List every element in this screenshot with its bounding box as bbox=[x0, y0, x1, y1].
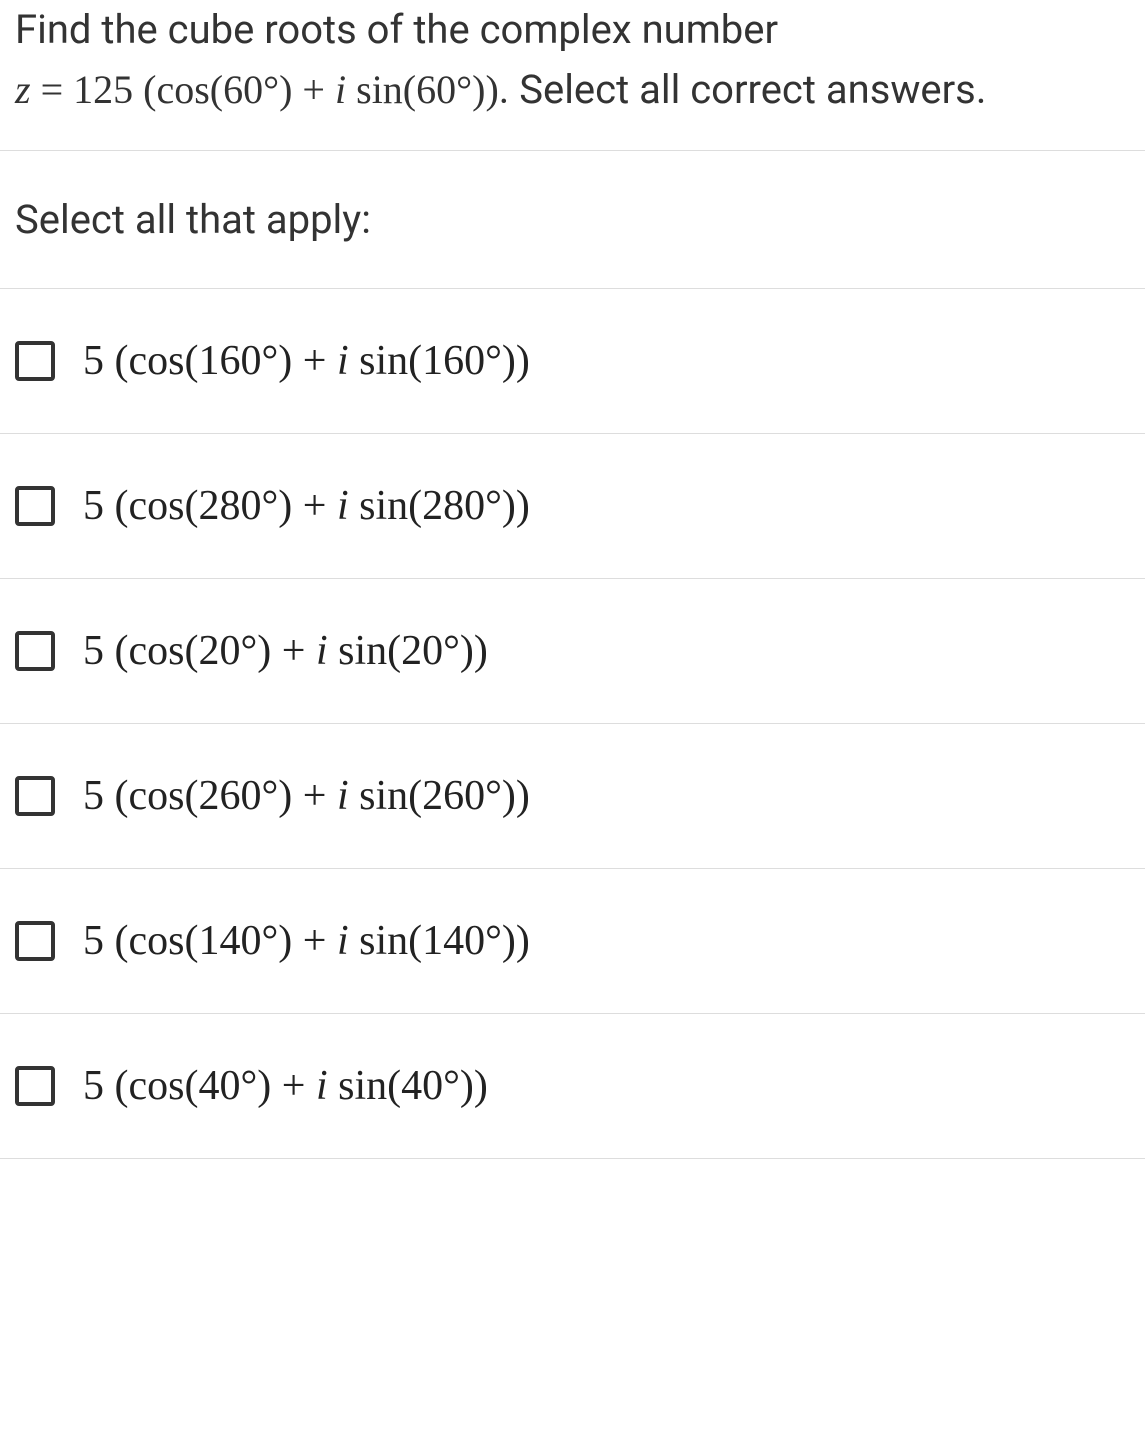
checkbox[interactable] bbox=[15, 1066, 55, 1106]
option-text: 5 (cos(160°) + i sin(160°)) bbox=[83, 337, 530, 385]
sin-open: sin( bbox=[346, 67, 416, 112]
option-text: 5 (cos(140°) + i sin(140°)) bbox=[83, 917, 530, 965]
question-tail: . Select all correct answers. bbox=[499, 66, 987, 113]
question-line1: Find the cube roots of the complex numbe… bbox=[15, 6, 778, 53]
option-text: 5 (cos(260°) + i sin(260°)) bbox=[83, 772, 530, 820]
option-text: 5 (cos(40°) + i sin(40°)) bbox=[83, 1062, 488, 1110]
option-row[interactable]: 5 (cos(20°) + i sin(20°)) bbox=[0, 579, 1145, 724]
close-paren: )) bbox=[472, 67, 499, 112]
open-paren: (cos( bbox=[133, 67, 223, 112]
angle-value2: 60° bbox=[416, 67, 472, 112]
instruction-text: Select all that apply: bbox=[0, 151, 1145, 289]
option-text: 5 (cos(280°) + i sin(280°)) bbox=[83, 482, 530, 530]
checkbox[interactable] bbox=[15, 776, 55, 816]
option-row[interactable]: 5 (cos(40°) + i sin(40°)) bbox=[0, 1014, 1145, 1159]
angle-value: 60° bbox=[223, 67, 279, 112]
i-variable: i bbox=[335, 67, 346, 112]
z-variable: z bbox=[15, 67, 31, 112]
checkbox[interactable] bbox=[15, 486, 55, 526]
checkbox[interactable] bbox=[15, 341, 55, 381]
checkbox[interactable] bbox=[15, 921, 55, 961]
equals: = bbox=[31, 67, 74, 112]
option-text: 5 (cos(20°) + i sin(20°)) bbox=[83, 627, 488, 675]
question-stem: Find the cube roots of the complex numbe… bbox=[0, 0, 1145, 151]
mid: ) + bbox=[279, 67, 335, 112]
option-row[interactable]: 5 (cos(280°) + i sin(280°)) bbox=[0, 434, 1145, 579]
option-row[interactable]: 5 (cos(260°) + i sin(260°)) bbox=[0, 724, 1145, 869]
modulus-value: 125 bbox=[73, 67, 133, 112]
options-list: 5 (cos(160°) + i sin(160°)) 5 (cos(280°) … bbox=[0, 289, 1145, 1159]
checkbox[interactable] bbox=[15, 631, 55, 671]
option-row[interactable]: 5 (cos(140°) + i sin(140°)) bbox=[0, 869, 1145, 1014]
option-row[interactable]: 5 (cos(160°) + i sin(160°)) bbox=[0, 289, 1145, 434]
